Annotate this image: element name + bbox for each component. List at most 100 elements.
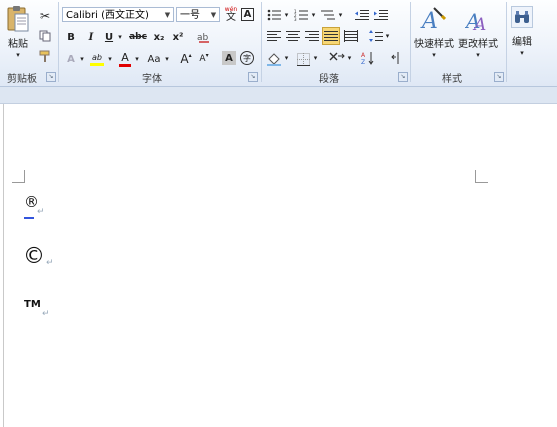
multilevel-list-dropdown-icon[interactable]: ▾ — [337, 10, 344, 20]
phonetic-guide-char: 文 — [226, 12, 236, 23]
separator — [410, 2, 411, 82]
strikethrough-button[interactable]: abc — [128, 30, 148, 44]
separator — [261, 2, 262, 82]
font-dialog-launcher[interactable]: ↘ — [248, 72, 258, 82]
increase-indent-icon[interactable] — [373, 8, 389, 22]
font-color-button[interactable]: A — [118, 51, 132, 67]
change-case-button[interactable]: Aa — [145, 52, 163, 66]
italic-button[interactable]: I — [84, 30, 98, 44]
font-name-combo[interactable]: Calibri (西文正文) ▼ — [62, 7, 174, 22]
change-styles-button[interactable]: 更改样式 — [456, 36, 500, 50]
subscript-button[interactable]: x₂ — [151, 30, 167, 44]
change-case-dropdown-icon[interactable]: ▾ — [163, 53, 171, 65]
underline-button[interactable]: U — [102, 30, 116, 44]
decrease-indent-icon[interactable] — [354, 8, 370, 22]
shading-dropdown-icon[interactable]: ▾ — [283, 53, 290, 63]
underline-dropdown-icon[interactable]: ▾ — [116, 31, 124, 43]
character-shading-button[interactable]: A — [222, 51, 236, 65]
borders-dropdown-icon[interactable]: ▾ — [312, 53, 319, 63]
trademark-symbol: TM — [24, 299, 41, 310]
justify-icon[interactable] — [322, 27, 340, 45]
multilevel-list-icon[interactable] — [320, 8, 336, 22]
styles-dialog-launcher[interactable]: ↘ — [494, 72, 504, 82]
margin-corner-top-right — [475, 170, 488, 183]
chevron-down-icon[interactable]: ▼ — [209, 8, 218, 23]
font-group-label: 字体 — [142, 74, 162, 85]
align-left-icon[interactable] — [266, 29, 282, 43]
highlight-color-bar — [90, 62, 104, 66]
paragraph-mark: ↵ — [46, 258, 54, 268]
document-page[interactable]: ® ↵ © ↵ TM ↵ — [3, 104, 557, 427]
bold-button[interactable]: B — [64, 30, 78, 44]
quick-styles-icon[interactable]: A — [420, 4, 446, 34]
change-styles-icon[interactable]: AA — [465, 4, 491, 34]
chinese-layout-icon[interactable] — [328, 50, 346, 66]
highlight-dropdown-icon[interactable]: ▾ — [106, 53, 114, 65]
grow-font-label: A — [180, 52, 189, 66]
copyright-symbol: © — [23, 244, 45, 269]
text-effects-dropdown-icon[interactable]: ▾ — [78, 53, 86, 65]
paste-button[interactable]: 粘贴 — [5, 36, 31, 50]
font-name-value: Calibri (西文正文) — [66, 10, 149, 21]
sort-icon[interactable]: AZ — [360, 50, 376, 66]
shrink-font-button[interactable]: A ▾ — [196, 51, 212, 67]
svg-text:A: A — [361, 52, 366, 59]
cut-icon[interactable]: ✂ — [38, 9, 52, 23]
clipboard-group-label: 剪贴板 — [7, 74, 37, 85]
borders-icon[interactable] — [295, 51, 311, 67]
font-size-value: 一号 — [180, 10, 200, 21]
separator — [58, 2, 59, 82]
paragraph-group-label: 段落 — [319, 74, 339, 85]
grow-font-button[interactable]: A ▴ — [178, 51, 194, 67]
svg-text:3: 3 — [294, 17, 297, 21]
ribbon: 粘贴 ▾ ✂ 剪贴板 ↘ Calibri (西文正文) ▼ 一号 ▼ wén 文… — [0, 0, 557, 87]
highlight-label: ab — [92, 52, 102, 62]
ruler-strip — [0, 87, 557, 104]
quick-styles-dropdown-icon[interactable]: ▾ — [428, 50, 440, 60]
chinese-layout-dropdown-icon[interactable]: ▾ — [346, 53, 353, 63]
svg-text:A: A — [420, 9, 438, 34]
line-spacing-dropdown-icon[interactable]: ▾ — [384, 31, 391, 41]
character-border-button[interactable]: A — [241, 8, 254, 21]
paragraph-mark: ↵ — [42, 309, 50, 319]
distributed-align-icon[interactable] — [343, 29, 359, 43]
enclose-characters-button[interactable]: 字 — [240, 51, 254, 65]
styles-group-label: 样式 — [442, 74, 462, 85]
editing-button[interactable]: 编辑 — [508, 34, 536, 48]
superscript-button[interactable]: x² — [170, 30, 186, 44]
binoculars-icon[interactable] — [511, 6, 533, 28]
font-color-bar — [119, 63, 131, 67]
bullets-icon[interactable] — [266, 8, 282, 22]
grow-font-arrow: ▴ — [188, 51, 192, 59]
paste-icon[interactable] — [5, 4, 31, 34]
margin-corner-top-left — [12, 170, 25, 183]
editing-dropdown-icon[interactable]: ▾ — [516, 48, 528, 58]
align-center-icon[interactable] — [285, 29, 301, 43]
shrink-font-arrow: ▾ — [205, 51, 209, 59]
text-effects-button[interactable]: A — [64, 52, 78, 66]
phonetic-guide-button[interactable]: wén 文 — [223, 5, 239, 23]
copy-icon[interactable] — [38, 29, 52, 43]
line-spacing-icon[interactable] — [368, 29, 384, 43]
character-shading-label: A — [225, 52, 233, 64]
numbering-icon[interactable]: 123 — [293, 8, 309, 22]
clipboard-dialog-launcher[interactable]: ↘ — [46, 72, 56, 82]
font-size-combo[interactable]: 一号 ▼ — [176, 7, 220, 22]
chevron-down-icon[interactable]: ▼ — [163, 8, 172, 23]
shading-icon[interactable] — [266, 51, 282, 67]
show-marks-icon[interactable] — [388, 50, 402, 66]
change-styles-dropdown-icon[interactable]: ▾ — [472, 50, 484, 60]
bullets-dropdown-icon[interactable]: ▾ — [283, 10, 290, 20]
highlight-button[interactable]: ab — [88, 51, 106, 67]
numbering-dropdown-icon[interactable]: ▾ — [310, 10, 317, 20]
quick-styles-button[interactable]: 快速样式 — [412, 36, 456, 50]
font-color-label: A — [121, 50, 129, 64]
selection-underline — [24, 217, 34, 219]
format-painter-icon[interactable] — [38, 49, 52, 63]
svg-text:Z: Z — [361, 59, 365, 65]
paragraph-dialog-launcher[interactable]: ↘ — [398, 72, 408, 82]
clear-formatting-icon[interactable]: ab — [196, 29, 212, 45]
font-color-dropdown-icon[interactable]: ▾ — [133, 53, 141, 65]
paste-dropdown-icon[interactable]: ▾ — [12, 50, 24, 60]
align-right-icon[interactable] — [304, 29, 320, 43]
